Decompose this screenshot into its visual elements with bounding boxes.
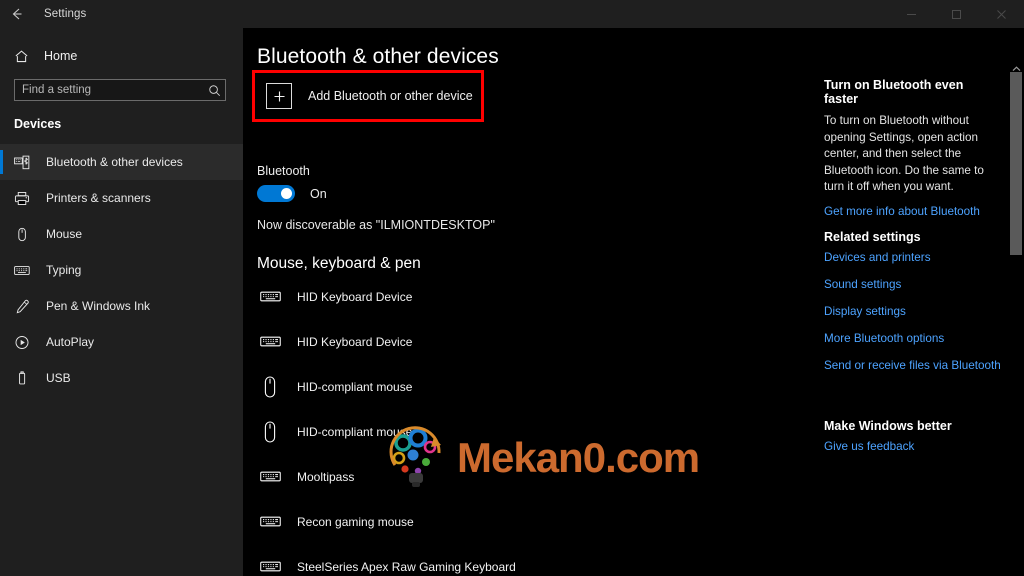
keyboard-icon: [14, 263, 38, 278]
device-name: HID-compliant mouse: [297, 379, 413, 394]
sidebar-item-label: Pen & Windows Ink: [46, 299, 151, 313]
devices-section-heading: Mouse, keyboard & pen: [257, 255, 421, 272]
settings-window: Settings Home D: [0, 0, 1024, 576]
maximize-icon[interactable]: [934, 0, 979, 28]
list-item[interactable]: HID-compliant mouse: [243, 409, 803, 454]
related-link-sound-settings[interactable]: Sound settings: [824, 278, 1005, 291]
page-title: Bluetooth & other devices: [257, 45, 499, 68]
discoverable-status: Now discoverable as "ILMIONTDESKTOP": [257, 218, 495, 232]
device-name: Mooltipass: [297, 469, 355, 484]
keyboard-icon: [257, 514, 283, 529]
search-icon[interactable]: [203, 84, 225, 97]
keyboard-icon: [257, 289, 283, 304]
related-link-send-or-receive-files[interactable]: Send or receive files via Bluetooth: [824, 359, 1005, 372]
add-device-label: Add Bluetooth or other device: [308, 89, 473, 103]
minimize-icon[interactable]: [889, 0, 934, 28]
autoplay-icon: [14, 335, 38, 350]
sidebar-item-usb[interactable]: USB: [0, 360, 243, 396]
sidebar-nav-list: Bluetooth & other devices Printers & sca…: [0, 144, 243, 396]
bluetooth-toggle-row: On: [257, 185, 327, 202]
pen-icon: [14, 299, 38, 314]
window-title: Settings: [44, 8, 87, 20]
device-name: Recon gaming mouse: [297, 514, 414, 529]
list-item[interactable]: SteelSeries Apex Raw Gaming Keyboard: [243, 544, 803, 576]
sidebar-item-label: Printers & scanners: [46, 191, 151, 205]
close-icon[interactable]: [979, 0, 1024, 28]
sidebar-item-label: Mouse: [46, 227, 83, 241]
device-name: HID-compliant mouse: [297, 424, 413, 439]
sidebar-group-title: Devices: [14, 117, 62, 131]
sidebar-item-autoplay[interactable]: AutoPlay: [0, 324, 243, 360]
list-item[interactable]: HID-compliant mouse: [243, 364, 803, 409]
sidebar: Home Devices Bluetooth & other devi: [0, 28, 243, 576]
sidebar-item-label: USB: [46, 371, 71, 385]
device-name: HID Keyboard Device: [297, 334, 413, 349]
search-box[interactable]: [14, 79, 226, 101]
keyboard-icon: [257, 334, 283, 349]
feedback-heading: Make Windows better: [824, 419, 952, 433]
toggle-knob: [281, 188, 292, 199]
title-bar-left: Settings: [0, 0, 243, 28]
keyboard-icon: [257, 559, 283, 574]
mouse-icon: [257, 420, 283, 443]
printer-icon: [14, 191, 38, 206]
sidebar-item-label: Bluetooth & other devices: [46, 155, 183, 169]
sidebar-item-label: AutoPlay: [46, 335, 95, 349]
sidebar-item-home[interactable]: Home: [0, 41, 243, 71]
list-item[interactable]: HID Keyboard Device: [243, 319, 803, 364]
device-list: HID Keyboard Device HID Keyboard Device …: [243, 274, 803, 576]
add-bluetooth-or-other-device-button[interactable]: Add Bluetooth or other device: [255, 73, 481, 119]
bluetooth-toggle[interactable]: [257, 185, 295, 202]
back-arrow-icon[interactable]: [0, 0, 34, 28]
plus-icon: [266, 83, 292, 109]
right-info-panel: Turn on Bluetooth even faster To turn on…: [824, 28, 1005, 576]
tip-heading: Turn on Bluetooth even faster: [824, 78, 964, 106]
related-settings-heading: Related settings: [824, 230, 921, 244]
title-bar-drag-area: [243, 0, 889, 28]
sidebar-item-bluetooth-other-devices[interactable]: Bluetooth & other devices: [0, 144, 243, 180]
device-name: HID Keyboard Device: [297, 289, 413, 304]
give-us-feedback-link[interactable]: Give us feedback: [824, 440, 1005, 453]
window-controls: [889, 0, 1024, 28]
bluetooth-toggle-state: On: [310, 186, 327, 201]
list-item[interactable]: HID Keyboard Device: [243, 274, 803, 319]
add-device-highlight-box: Add Bluetooth or other device: [252, 70, 484, 122]
keyboard-icon: [257, 469, 283, 484]
usb-icon: [14, 370, 38, 386]
vertical-scrollbar[interactable]: [1008, 28, 1024, 576]
related-link-display-settings[interactable]: Display settings: [824, 305, 1005, 318]
feedback-block: Make Windows better Give us feedback: [824, 419, 1005, 467]
device-name: SteelSeries Apex Raw Gaming Keyboard: [297, 559, 516, 574]
scrollbar-thumb[interactable]: [1010, 72, 1022, 255]
title-bar: Settings: [0, 0, 1024, 28]
search-input[interactable]: [15, 84, 203, 96]
list-item[interactable]: Mooltipass: [243, 454, 803, 499]
sidebar-item-mouse[interactable]: Mouse: [0, 216, 243, 252]
related-link-devices-and-printers[interactable]: Devices and printers: [824, 251, 1005, 264]
related-settings-block: Related settings Devices and printers So…: [824, 230, 1005, 386]
sidebar-item-printers-scanners[interactable]: Printers & scanners: [0, 180, 243, 216]
bluetooth-devices-icon: [14, 155, 38, 170]
bluetooth-label: Bluetooth: [257, 164, 310, 178]
related-link-more-bluetooth-options[interactable]: More Bluetooth options: [824, 332, 1005, 345]
sidebar-home-label: Home: [44, 49, 78, 63]
mouse-icon: [14, 227, 38, 242]
home-icon: [14, 49, 38, 64]
list-item[interactable]: Recon gaming mouse: [243, 499, 803, 544]
sidebar-item-pen-windows-ink[interactable]: Pen & Windows Ink: [0, 288, 243, 324]
sidebar-item-label: Typing: [46, 263, 82, 277]
tip-body: To turn on Bluetooth without opening Set…: [824, 114, 984, 193]
sidebar-item-typing[interactable]: Typing: [0, 252, 243, 288]
mouse-icon: [257, 375, 283, 398]
bluetooth-tip-block: Turn on Bluetooth even faster To turn on…: [824, 78, 998, 232]
get-more-info-link[interactable]: Get more info about Bluetooth: [824, 205, 998, 218]
